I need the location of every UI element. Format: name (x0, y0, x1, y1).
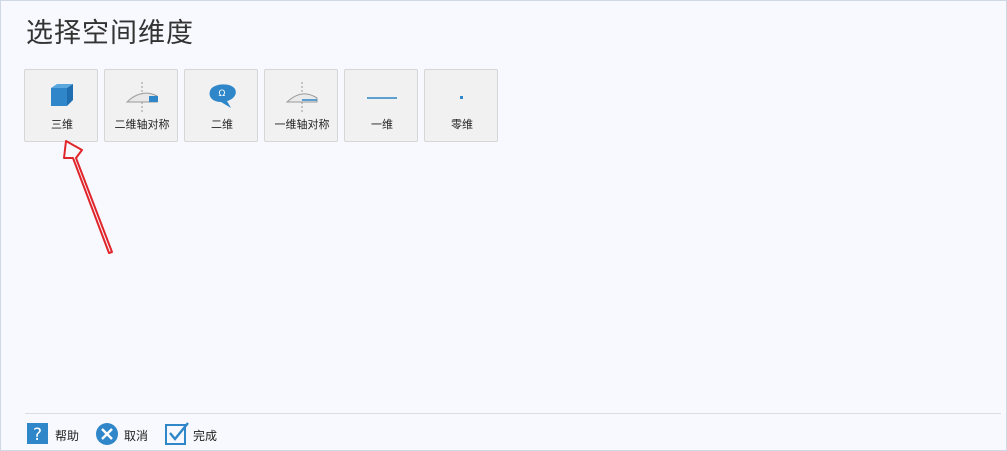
point-0d-icon (460, 96, 463, 99)
dimension-button-0d[interactable]: 零维 (424, 69, 498, 142)
dialog-frame: 选择空间维度 三维 二维轴对称 Ω 二维 一维轴对称 一维 零维 ? 帮助 取消… (0, 0, 1007, 451)
help-label: 帮助 (55, 429, 80, 443)
dimension-button-3d[interactable]: 三维 (24, 69, 98, 142)
svg-text:Ω: Ω (219, 89, 226, 99)
page-title: 选择空间维度 (26, 18, 194, 49)
svg-text:?: ? (33, 425, 42, 445)
cancel-label: 取消 (124, 429, 149, 443)
planar-2d-icon: Ω (209, 84, 236, 108)
dimension-label: 二维 (211, 118, 233, 131)
dimension-button-2d-axisymmetric[interactable]: 二维轴对称 (104, 69, 178, 142)
dimension-label: 一维 (371, 118, 393, 131)
dimension-button-1d-axisymmetric[interactable]: 一维轴对称 (264, 69, 338, 142)
help-icon: ? (27, 423, 48, 445)
check-icon (165, 422, 189, 445)
dimension-label: 一维轴对称 (274, 118, 330, 131)
close-icon (96, 423, 118, 445)
axisymmetric-1d-icon (285, 82, 318, 112)
dimension-button-2d[interactable]: Ω 二维 (184, 69, 258, 142)
dimension-label: 二维轴对称 (114, 118, 170, 131)
done-label: 完成 (193, 429, 218, 443)
done-button[interactable]: 完成 (164, 421, 222, 447)
dimension-label: 三维 (51, 118, 73, 131)
cancel-button[interactable]: 取消 (95, 421, 153, 447)
dimension-label: 零维 (451, 118, 473, 131)
dimension-button-1d[interactable]: 一维 (344, 69, 418, 142)
line-1d-icon (367, 97, 397, 99)
axisymmetric-2d-icon (125, 82, 158, 112)
help-button[interactable]: ? 帮助 (26, 421, 84, 447)
footer-divider (25, 413, 1001, 414)
cube-icon (51, 84, 73, 106)
